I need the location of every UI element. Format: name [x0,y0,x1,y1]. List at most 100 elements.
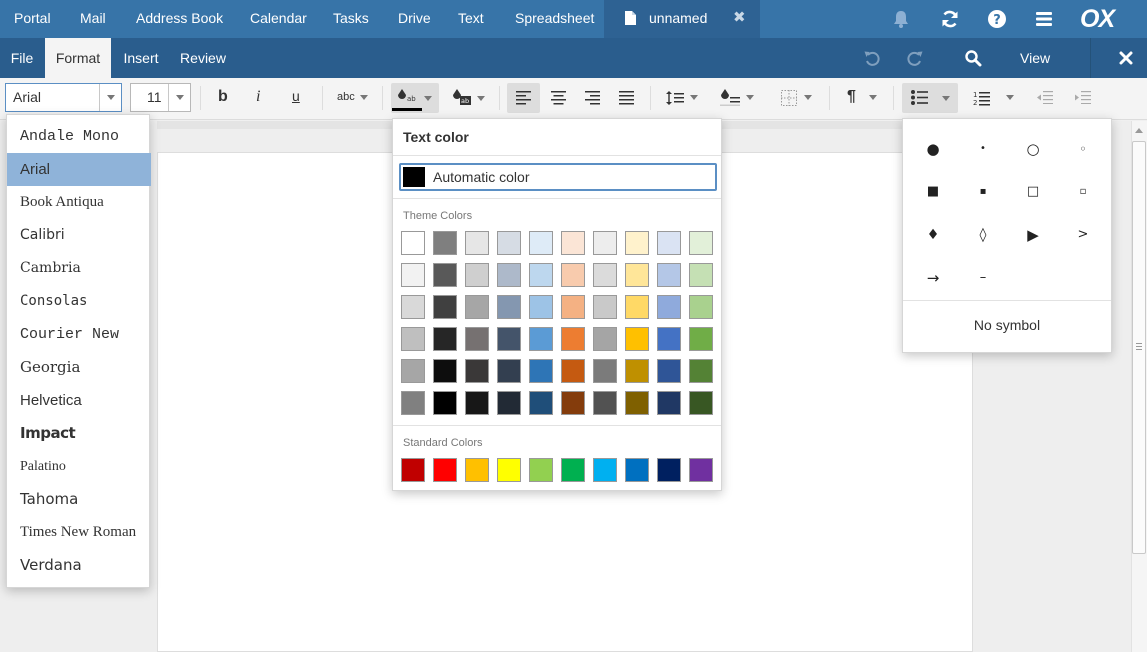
menu-tab-review[interactable]: Review [171,38,235,78]
theme-color-swatch[interactable] [497,295,521,319]
theme-color-swatch[interactable] [593,359,617,383]
theme-color-swatch[interactable] [657,359,681,383]
menu-tab-insert[interactable]: Insert [111,38,171,78]
font-size-combobox[interactable]: 11 [130,83,191,112]
align-left-button[interactable] [507,83,540,113]
bullet-symbol-option[interactable]: □ [1013,180,1053,204]
font-option-calibri[interactable]: Calibri [7,219,151,252]
redo-icon[interactable] [906,49,924,67]
theme-color-swatch[interactable] [497,231,521,255]
bullet-symbol-option[interactable]: ▫ [1063,180,1103,204]
theme-color-swatch[interactable] [529,231,553,255]
borders-chevron-down-icon[interactable] [804,95,812,100]
font-option-cambria[interactable]: Cambria [7,252,151,285]
bullet-symbol-option[interactable]: → [913,266,953,290]
bullet-symbol-option[interactable]: ♦ [913,223,953,247]
theme-color-swatch[interactable] [497,263,521,287]
italic-icon[interactable]: i [256,88,260,106]
text-style-chevron-down-icon[interactable] [360,95,368,100]
theme-color-swatch[interactable] [529,295,553,319]
hamburger-menu-icon[interactable] [1034,9,1054,29]
theme-color-swatch[interactable] [497,359,521,383]
bullet-symbol-option[interactable]: ▶ [1013,223,1053,247]
theme-color-swatch[interactable] [593,231,617,255]
app-tab-drive[interactable]: Drive [398,0,431,38]
bullet-symbol-option[interactable]: > [1063,223,1103,247]
theme-color-swatch[interactable] [657,231,681,255]
scroll-up-arrow-icon[interactable] [1135,128,1143,133]
app-tab-tasks[interactable]: Tasks [333,0,369,38]
numbered-list-icon[interactable]: 1 2 [973,90,990,106]
paragraph-fill-icon[interactable] [720,88,740,106]
app-tab-mail[interactable]: Mail [80,0,106,38]
theme-color-swatch[interactable] [625,327,649,351]
bold-icon[interactable]: b [218,88,228,106]
bullet-symbol-option[interactable]: ○ [1013,137,1053,161]
font-option-verdana[interactable]: Verdana [7,549,151,582]
theme-color-swatch[interactable] [561,359,585,383]
theme-color-swatch[interactable] [433,327,457,351]
font-option-georgia[interactable]: Georgia [7,351,151,384]
paragraph-styles-icon[interactable]: ¶ [847,88,856,106]
theme-color-swatch[interactable] [561,327,585,351]
menu-tab-format[interactable]: Format [45,38,111,78]
highlight-color-button[interactable]: ab [447,83,491,113]
text-color-button[interactable]: ab [391,83,439,113]
theme-color-swatch[interactable] [689,263,713,287]
theme-color-swatch[interactable] [401,327,425,351]
bullet-symbol-option[interactable]: – [963,266,1003,290]
bullet-symbol-option[interactable]: ◊ [963,223,1003,247]
theme-color-swatch[interactable] [625,359,649,383]
theme-color-swatch[interactable] [497,391,521,415]
align-right-icon[interactable] [585,91,600,105]
font-size-dropdown-button[interactable] [168,84,190,111]
theme-color-swatch[interactable] [625,263,649,287]
theme-color-swatch[interactable] [689,391,713,415]
bullet-symbol-option[interactable]: ● [913,137,953,161]
close-document-tab-icon[interactable]: ✖ [733,0,746,36]
app-tab-text[interactable]: Text [458,0,484,38]
font-option-courier-new[interactable]: Courier New [7,318,151,351]
app-tab-address-book[interactable]: Address Book [136,0,223,38]
numbered-list-chevron-down-icon[interactable] [1006,95,1014,100]
automatic-color-option[interactable]: Automatic color [399,163,717,191]
bullet-symbol-option[interactable]: ▪ [963,180,1003,204]
theme-color-swatch[interactable] [593,295,617,319]
theme-color-swatch[interactable] [593,391,617,415]
standard-color-swatch[interactable] [593,458,617,482]
standard-color-swatch[interactable] [657,458,681,482]
theme-color-swatch[interactable] [625,391,649,415]
scrollbar-thumb[interactable] [1132,141,1146,554]
search-icon[interactable] [964,49,982,67]
theme-color-swatch[interactable] [401,231,425,255]
borders-icon[interactable] [781,90,797,106]
decrease-indent-icon[interactable] [1037,91,1053,104]
theme-color-swatch[interactable] [625,231,649,255]
line-spacing-icon[interactable] [666,91,684,105]
bullet-symbol-option[interactable]: • [963,137,1003,161]
theme-color-swatch[interactable] [401,359,425,383]
theme-color-swatch[interactable] [433,391,457,415]
app-tab-portal[interactable]: Portal [14,0,51,38]
font-option-palatino[interactable]: Palatino [7,450,151,483]
paragraph-fill-chevron-down-icon[interactable] [746,95,754,100]
theme-color-swatch[interactable] [689,359,713,383]
theme-color-swatch[interactable] [689,231,713,255]
standard-color-swatch[interactable] [401,458,425,482]
theme-color-swatch[interactable] [657,295,681,319]
theme-color-swatch[interactable] [465,391,489,415]
standard-color-swatch[interactable] [689,458,713,482]
standard-color-swatch[interactable] [561,458,585,482]
refresh-icon[interactable] [940,9,960,29]
font-option-book-antiqua[interactable]: Book Antiqua [7,186,151,219]
theme-color-swatch[interactable] [401,263,425,287]
underline-icon[interactable]: u [292,88,300,104]
theme-color-swatch[interactable] [689,295,713,319]
theme-color-swatch[interactable] [465,327,489,351]
bullet-symbol-option[interactable]: ■ [913,180,953,204]
theme-color-swatch[interactable] [529,263,553,287]
theme-color-swatch[interactable] [433,263,457,287]
theme-color-swatch[interactable] [593,327,617,351]
standard-color-swatch[interactable] [625,458,649,482]
theme-color-swatch[interactable] [465,295,489,319]
